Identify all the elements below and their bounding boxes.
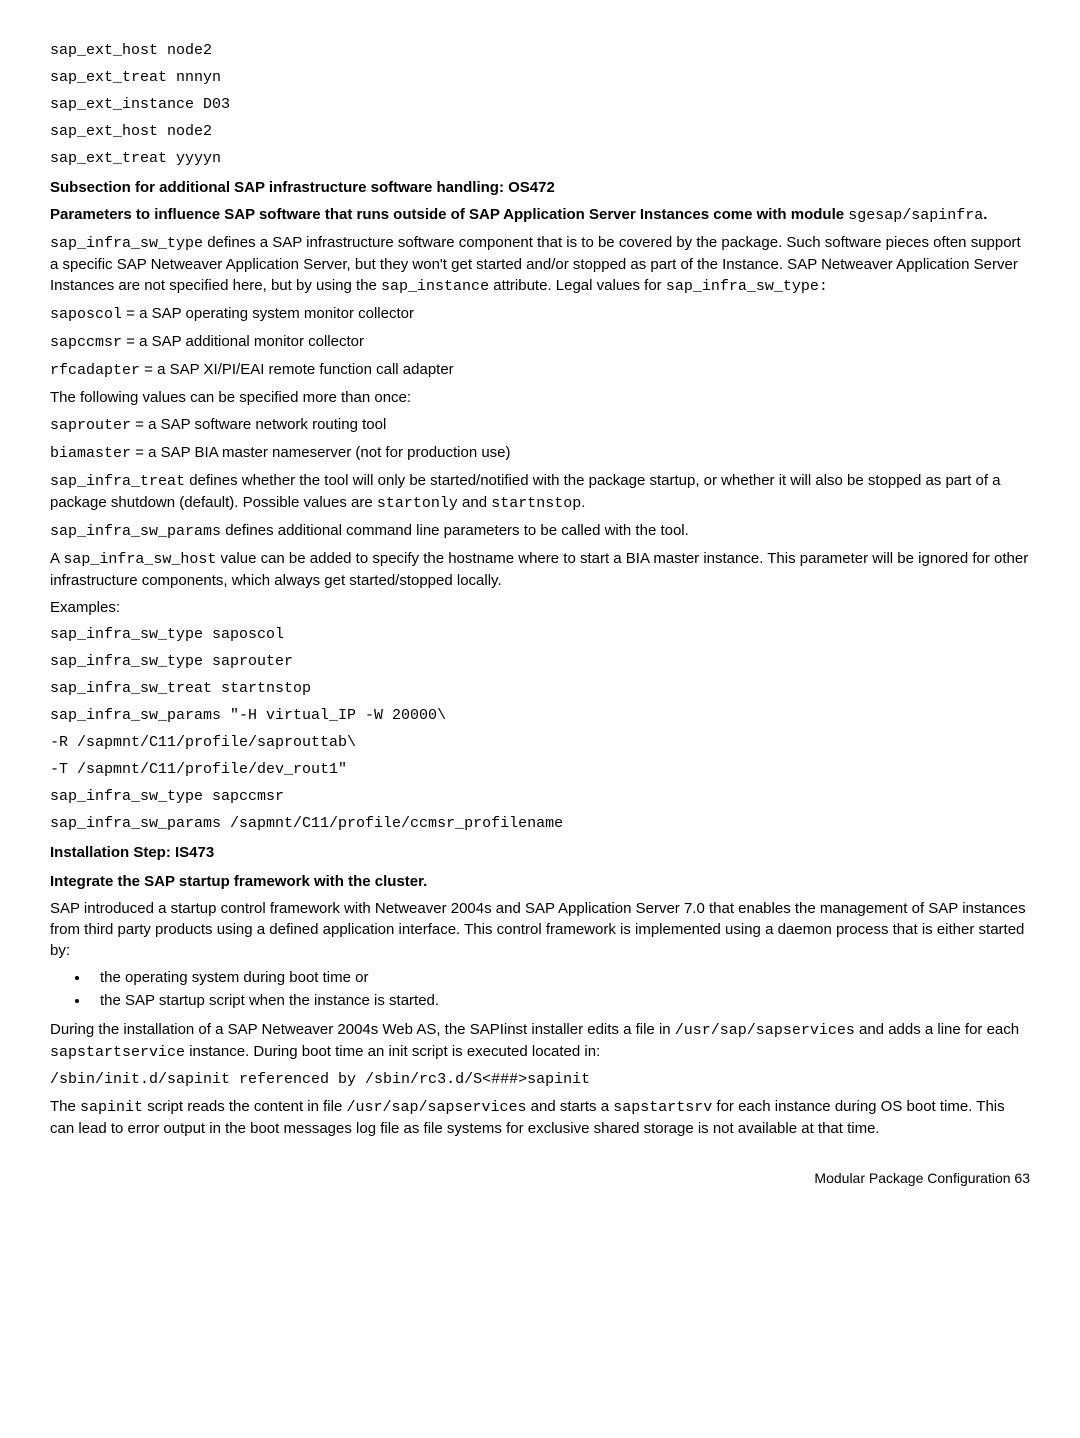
paragraph: rfcadapter = a SAP XI/PI/EAI remote func… [50, 359, 1030, 381]
paragraph: saposcol = a SAP operating system monito… [50, 303, 1030, 325]
bullet-list: the operating system during boot time or… [50, 967, 1030, 1011]
text: script reads the content in file [143, 1098, 346, 1115]
text-mono: sap_infra_sw_type: [666, 278, 828, 295]
paragraph: The following values can be specified mo… [50, 387, 1030, 408]
text-mono: biamaster [50, 445, 131, 462]
paragraph: The sapinit script reads the content in … [50, 1096, 1030, 1139]
text-mono: /usr/sap/sapservices [346, 1099, 526, 1116]
text-mono: saposcol [50, 306, 122, 323]
code-line: sap_infra_sw_type saposcol [50, 624, 1030, 645]
code-line: sap_infra_sw_treat startnstop [50, 678, 1030, 699]
code-line: -T /sapmnt/C11/profile/dev_rout1" [50, 759, 1030, 780]
text-mono: sapstartsrv [613, 1099, 712, 1116]
text: = a SAP XI/PI/EAI remote function call a… [140, 361, 454, 378]
text: During the installation of a SAP Netweav… [50, 1021, 675, 1038]
text-bold: Parameters to influence SAP software tha… [50, 206, 848, 223]
text-mono: rfcadapter [50, 362, 140, 379]
paragraph: biamaster = a SAP BIA master nameserver … [50, 442, 1030, 464]
paragraph: SAP introduced a startup control framewo… [50, 898, 1030, 961]
text-mono: startnstop [491, 495, 581, 512]
code-line: /sbin/init.d/sapinit referenced by /sbin… [50, 1069, 1030, 1090]
code-line: sap_ext_treat nnnyn [50, 67, 1030, 88]
text-mono: sap_infra_sw_host [63, 551, 216, 568]
code-line: sap_infra_sw_type sapccmsr [50, 786, 1030, 807]
paragraph: sap_infra_sw_params defines additional c… [50, 520, 1030, 542]
text-mono: sap_infra_treat [50, 473, 185, 490]
code-line: sap_ext_instance D03 [50, 94, 1030, 115]
code-line: sap_infra_sw_params "-H virtual_IP -W 20… [50, 705, 1030, 726]
text: = a SAP software network routing tool [131, 416, 386, 433]
paragraph: A sap_infra_sw_host value can be added t… [50, 548, 1030, 591]
text: = a SAP BIA master nameserver (not for p… [131, 444, 511, 461]
text: The [50, 1098, 80, 1115]
text-mono: startonly [377, 495, 458, 512]
text: . [581, 494, 585, 511]
list-item: the SAP startup script when the instance… [90, 990, 1030, 1011]
text: attribute. Legal values for [489, 277, 666, 294]
code-line: sap_ext_host node2 [50, 121, 1030, 142]
paragraph: Parameters to influence SAP software tha… [50, 204, 1030, 226]
text-mono: saprouter [50, 417, 131, 434]
text: instance. During boot time an init scrip… [185, 1043, 600, 1060]
text: defines additional command line paramete… [221, 522, 689, 539]
code-line: sap_infra_sw_params /sapmnt/C11/profile/… [50, 813, 1030, 834]
text: A [50, 550, 63, 567]
text-mono: sap_instance [381, 278, 489, 295]
section-subheading: Integrate the SAP startup framework with… [50, 871, 1030, 892]
text: and adds a line for each [855, 1021, 1019, 1038]
paragraph: sap_infra_treat defines whether the tool… [50, 470, 1030, 514]
text: and starts a [527, 1098, 614, 1115]
section-heading-is473: Installation Step: IS473 [50, 842, 1030, 863]
paragraph: saprouter = a SAP software network routi… [50, 414, 1030, 436]
section-heading-os472: Subsection for additional SAP infrastruc… [50, 177, 1030, 198]
list-item: the operating system during boot time or [90, 967, 1030, 988]
page-footer: Modular Package Configuration 63 [50, 1169, 1030, 1189]
paragraph: sapccmsr = a SAP additional monitor coll… [50, 331, 1030, 353]
code-line: sap_ext_host node2 [50, 40, 1030, 61]
code-line: sap_infra_sw_type saprouter [50, 651, 1030, 672]
text: = a SAP operating system monitor collect… [122, 305, 414, 322]
text: = a SAP additional monitor collector [122, 333, 364, 350]
text-mono: sgesap/sapinfra [848, 207, 983, 224]
paragraph: sap_infra_sw_type defines a SAP infrastr… [50, 232, 1030, 297]
text-bold: . [983, 206, 987, 223]
text-mono: sapccmsr [50, 334, 122, 351]
text-mono: sap_infra_sw_params [50, 523, 221, 540]
text-mono: sapinit [80, 1099, 143, 1116]
text-mono: /usr/sap/sapservices [675, 1022, 855, 1039]
text-mono: sapstartservice [50, 1044, 185, 1061]
code-line: -R /sapmnt/C11/profile/saprouttab\ [50, 732, 1030, 753]
text-mono: sap_infra_sw_type [50, 235, 203, 252]
code-line: sap_ext_treat yyyyn [50, 148, 1030, 169]
paragraph: During the installation of a SAP Netweav… [50, 1019, 1030, 1063]
paragraph: Examples: [50, 597, 1030, 618]
text: and [458, 494, 491, 511]
